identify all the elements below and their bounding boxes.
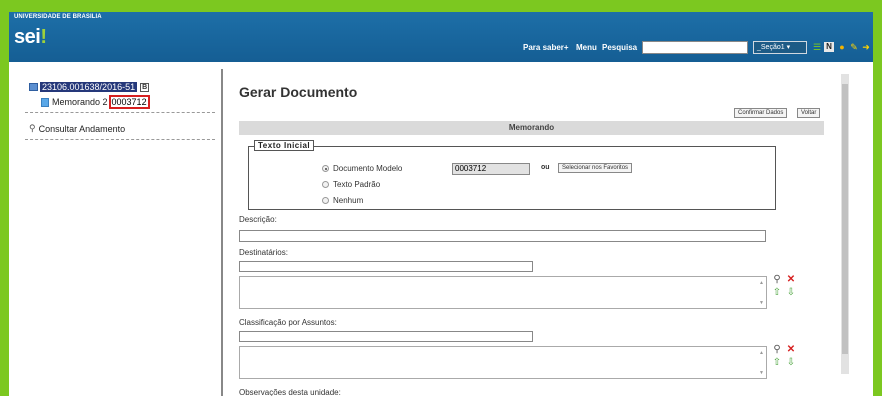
subjects-label: Classificação por Assuntos: [239, 318, 337, 327]
remove-recipient-icon[interactable]: ✕ [786, 275, 796, 285]
unit-select[interactable]: _Seção1 ▾ [753, 41, 807, 54]
radio-documento-modelo[interactable]: Documento Modelo [322, 164, 402, 173]
or-label: ou [541, 164, 550, 171]
exit-icon[interactable]: ➜ [861, 42, 871, 52]
consult-label[interactable]: Consultar Andamento [39, 124, 126, 134]
scroll-down-icon[interactable]: ▼ [758, 300, 765, 306]
institution-name: UNIVERSIDADE DE BRASILIA [14, 14, 102, 20]
notification-icon[interactable]: N [824, 42, 834, 52]
page-scrollbar[interactable] [841, 74, 849, 374]
section-header: Memorando [239, 121, 824, 135]
move-down-icon[interactable]: ⇩ [786, 358, 796, 368]
move-up-icon[interactable]: ⇧ [772, 288, 782, 298]
process-number-link[interactable]: 23106.001638/2016-51 [40, 82, 138, 92]
nav-pesquisa[interactable]: Pesquisa [602, 43, 637, 52]
document-icon [41, 97, 49, 107]
search-subjects-icon[interactable]: ⚲ [772, 345, 782, 355]
recipients-input[interactable] [239, 261, 533, 272]
recipients-list[interactable]: ▲ ▼ [239, 276, 767, 309]
model-document-field[interactable]: 0003712 [452, 163, 530, 175]
subjects-list[interactable]: ▲ ▼ [239, 346, 767, 379]
tree-document-row[interactable]: Memorando 2 0003712 [41, 95, 150, 109]
magnifier-icon: ⚲ [29, 123, 36, 133]
document-number[interactable]: 0003712 [108, 95, 150, 109]
scroll-up-icon[interactable]: ▲ [758, 280, 765, 286]
radio-texto-padrao[interactable]: Texto Padrão [322, 180, 380, 189]
nav-menu[interactable]: Menu [576, 43, 597, 52]
search-recipients-icon[interactable]: ⚲ [772, 275, 782, 285]
tree-process-row[interactable]: 23106.001638/2016-51 B [29, 82, 150, 92]
radio-icon[interactable] [322, 181, 329, 188]
consultar-andamento-link[interactable]: ⚲ Consultar Andamento [29, 123, 125, 134]
radio-nenhum[interactable]: Nenhum [322, 196, 363, 205]
scroll-down-icon[interactable]: ▼ [758, 370, 765, 376]
sei-logo[interactable]: sei! [14, 26, 47, 49]
radio-selected-icon[interactable] [322, 165, 329, 172]
panel-divider[interactable] [221, 69, 223, 396]
confirm-button[interactable]: Confirmar Dados [734, 108, 788, 118]
remove-subject-icon[interactable]: ✕ [786, 345, 796, 355]
back-button[interactable]: Voltar [797, 108, 821, 118]
move-up-icon[interactable]: ⇧ [772, 358, 782, 368]
subjects-input[interactable] [239, 331, 533, 342]
document-label[interactable]: Memorando 2 [52, 97, 108, 107]
nav-para-saber[interactable]: Para saber+ [523, 43, 569, 52]
scroll-up-icon[interactable]: ▲ [758, 350, 765, 356]
tree-separator [25, 112, 215, 113]
user-icon[interactable]: ● [837, 42, 847, 52]
page-title: Gerar Documento [239, 84, 358, 100]
top-header: UNIVERSIDADE DE BRASILIA sei! Para saber… [9, 12, 873, 62]
move-down-icon[interactable]: ⇩ [786, 288, 796, 298]
main-content: Gerar Documento Confirmar Dados Voltar M… [229, 62, 847, 396]
list-icon[interactable]: ☰ [812, 42, 822, 52]
initial-text-legend: Texto Inicial [254, 140, 315, 151]
scrollbar-thumb[interactable] [842, 84, 848, 354]
tree-separator-2 [25, 139, 215, 140]
description-input[interactable] [239, 230, 766, 242]
recipients-label: Destinatários: [239, 248, 288, 257]
description-label: Descrição: [239, 215, 277, 224]
folder-icon [29, 83, 38, 91]
process-badge: B [140, 82, 150, 92]
notes-label: Observações desta unidade: [239, 388, 341, 396]
search-input[interactable] [642, 41, 748, 54]
app-window: UNIVERSIDADE DE BRASILIA sei! Para saber… [9, 12, 873, 396]
radio-icon[interactable] [322, 197, 329, 204]
tools-icon[interactable]: ✎ [849, 42, 859, 52]
select-favorites-button[interactable]: Selecionar nos Favoritos [558, 163, 633, 173]
